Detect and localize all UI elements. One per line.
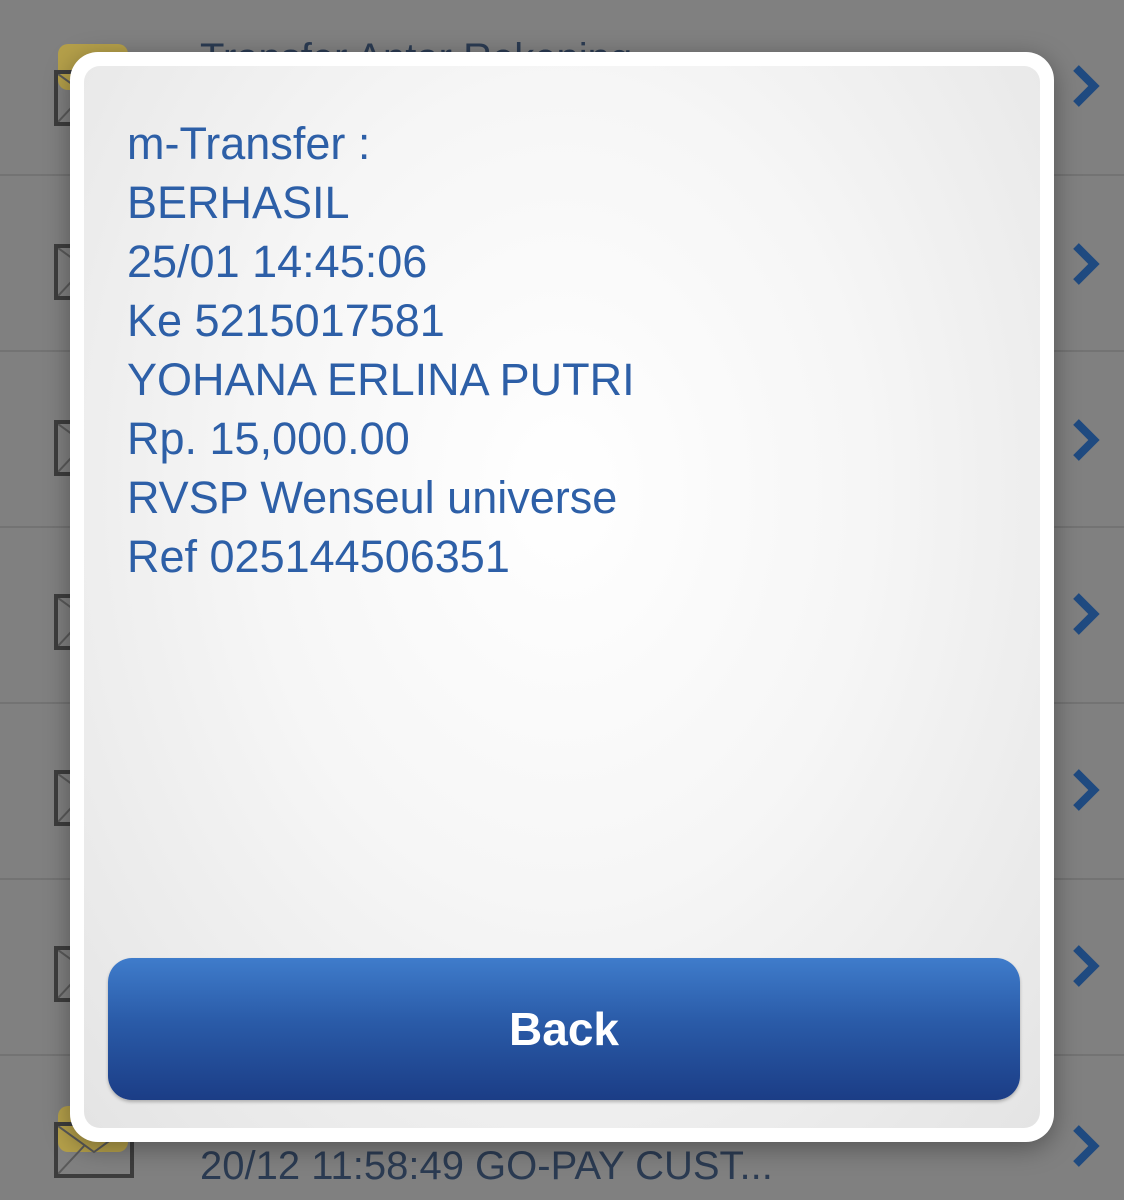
message-status: BERHASIL bbox=[127, 177, 350, 228]
chevron-right-icon bbox=[1073, 243, 1100, 285]
back-button[interactable]: Back bbox=[108, 958, 1020, 1100]
inbox-row-title: 20/12 11:58:49 GO-PAY CUST... bbox=[200, 1144, 773, 1188]
message-reference: Ref 025144506351 bbox=[127, 531, 510, 582]
message-title: m-Transfer : bbox=[127, 118, 371, 169]
message-recipient-name: YOHANA ERLINA PUTRI bbox=[127, 354, 635, 405]
chevron-right-icon bbox=[1073, 769, 1100, 811]
message-note: RVSP Wenseul universe bbox=[127, 472, 618, 523]
message-destination-account: Ke 5215017581 bbox=[127, 295, 445, 346]
dialog-body: m-Transfer : BERHASIL 25/01 14:45:06 Ke … bbox=[84, 66, 1040, 1128]
message-amount: Rp. 15,000.00 bbox=[127, 413, 410, 464]
transfer-message: m-Transfer : BERHASIL 25/01 14:45:06 Ke … bbox=[127, 114, 635, 586]
transfer-result-dialog: m-Transfer : BERHASIL 25/01 14:45:06 Ke … bbox=[70, 52, 1054, 1142]
chevron-right-icon bbox=[1073, 65, 1100, 107]
chevron-right-icon bbox=[1073, 945, 1100, 987]
chevron-right-icon bbox=[1073, 1125, 1100, 1167]
chevron-right-icon bbox=[1073, 419, 1100, 461]
chevron-right-icon bbox=[1073, 593, 1100, 635]
message-datetime: 25/01 14:45:06 bbox=[127, 236, 428, 287]
